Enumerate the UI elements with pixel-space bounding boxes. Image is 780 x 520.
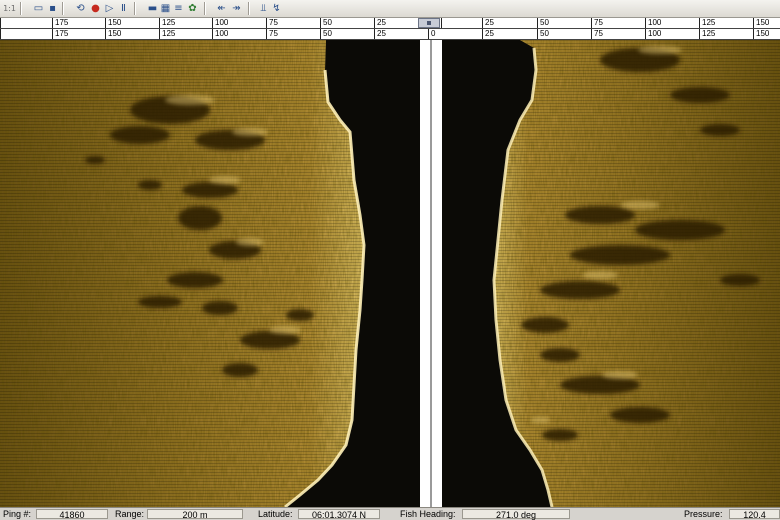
- scale-tick: 75: [591, 18, 643, 28]
- scale-tick: 100: [212, 29, 264, 39]
- toolbar: 1:1 ▭ ▪ ⟲ ● ▷ Ⅱ ▬ ▦ ≡ ✿ ↞ ↠ ⫫ ↯: [0, 0, 780, 18]
- save-icon[interactable]: ▪: [46, 2, 59, 15]
- scale-tick: 75: [266, 18, 318, 28]
- scale-tick: 100: [212, 18, 264, 28]
- toolbar-separator: [62, 2, 64, 15]
- wave-icon[interactable]: ↯: [270, 2, 283, 15]
- toolbar-separator: [134, 2, 136, 15]
- scale-tick: 125: [699, 18, 751, 28]
- latitude-label: Latitude:: [258, 509, 293, 519]
- scale-tick: 75: [266, 29, 318, 39]
- range-value: 200 m: [147, 509, 243, 520]
- scale-tick: 50: [320, 29, 372, 39]
- toolbar-separator: [248, 2, 250, 15]
- ping-value: 41860: [36, 509, 108, 520]
- toolbar-separator: [20, 2, 22, 15]
- scale-tick: 25: [482, 29, 534, 39]
- range-scale-handle[interactable]: [418, 18, 440, 28]
- sidescan-sonar-display[interactable]: [0, 40, 780, 507]
- scale-tick: 25: [374, 29, 426, 39]
- scale-tick-end: [0, 29, 52, 39]
- pause-icon[interactable]: Ⅱ: [117, 2, 130, 15]
- fish-heading-label: Fish Heading:: [400, 509, 456, 519]
- scale-tick: 25: [374, 18, 417, 28]
- range-label: Range:: [115, 509, 145, 519]
- scale-tick: 150: [753, 29, 780, 39]
- scale-tick: 75: [591, 29, 643, 39]
- chart-icon[interactable]: ⫫: [257, 2, 270, 15]
- record-icon[interactable]: ⟲: [74, 2, 87, 15]
- scale-tick: 125: [699, 29, 751, 39]
- list-icon[interactable]: ≡: [172, 2, 185, 15]
- zoom-icon[interactable]: 1:1: [3, 2, 16, 15]
- scale-tick: 150: [753, 18, 780, 28]
- scale-tick: 150: [105, 29, 157, 39]
- scale-tick-end: [0, 18, 52, 28]
- toolbar-separator: [204, 2, 206, 15]
- starboard-seabed-scanlines: [494, 40, 780, 507]
- latitude-value: 06:01.3074 N: [298, 509, 380, 520]
- scale-tick: 175: [52, 29, 104, 39]
- settings-icon[interactable]: ✿: [186, 2, 199, 15]
- scale-tick-blank: [441, 18, 482, 28]
- scale-tick: 125: [159, 29, 211, 39]
- scale-tick: 100: [645, 18, 697, 28]
- step-back-icon[interactable]: ↞: [215, 2, 228, 15]
- nadir-center-line: [430, 40, 432, 507]
- scale-tick: 100: [645, 29, 697, 39]
- range-scale-top: 175 150 125 100 75 50 25 25 50 75 100 12…: [0, 18, 780, 29]
- grid-icon[interactable]: ▦: [159, 2, 172, 15]
- scale-tick: 150: [105, 18, 157, 28]
- scale-tick: 175: [52, 18, 104, 28]
- fish-heading-value: 271.0 deg: [462, 509, 570, 520]
- pressure-label: Pressure:: [684, 509, 723, 519]
- scale-tick-center: 0: [428, 29, 480, 39]
- open-folder-icon[interactable]: ▭: [32, 2, 45, 15]
- stop-icon[interactable]: ●: [89, 2, 102, 15]
- step-forward-icon[interactable]: ↠: [230, 2, 243, 15]
- play-icon[interactable]: ▷: [103, 2, 116, 15]
- handle-grip-icon: [427, 21, 431, 25]
- scale-tick: 125: [159, 18, 211, 28]
- display-icon[interactable]: ▬: [146, 2, 159, 15]
- scale-tick: 50: [537, 29, 589, 39]
- scale-tick: 50: [320, 18, 372, 28]
- scale-tick: 25: [482, 18, 534, 28]
- ping-label: Ping #:: [3, 509, 32, 519]
- scale-tick: 50: [537, 18, 589, 28]
- status-bar: Ping #: 41860 Range: 200 m Latitude: 06:…: [0, 507, 780, 520]
- sonar-viewer-window: 1:1 ▭ ▪ ⟲ ● ▷ Ⅱ ▬ ▦ ≡ ✿ ↞ ↠ ⫫ ↯ 175 150 …: [0, 0, 780, 520]
- range-scale-bottom: 175 150 125 100 75 50 25 0 25 50 75 100 …: [0, 29, 780, 40]
- sonar-image: [0, 40, 780, 507]
- pressure-value: 120.4: [729, 509, 780, 520]
